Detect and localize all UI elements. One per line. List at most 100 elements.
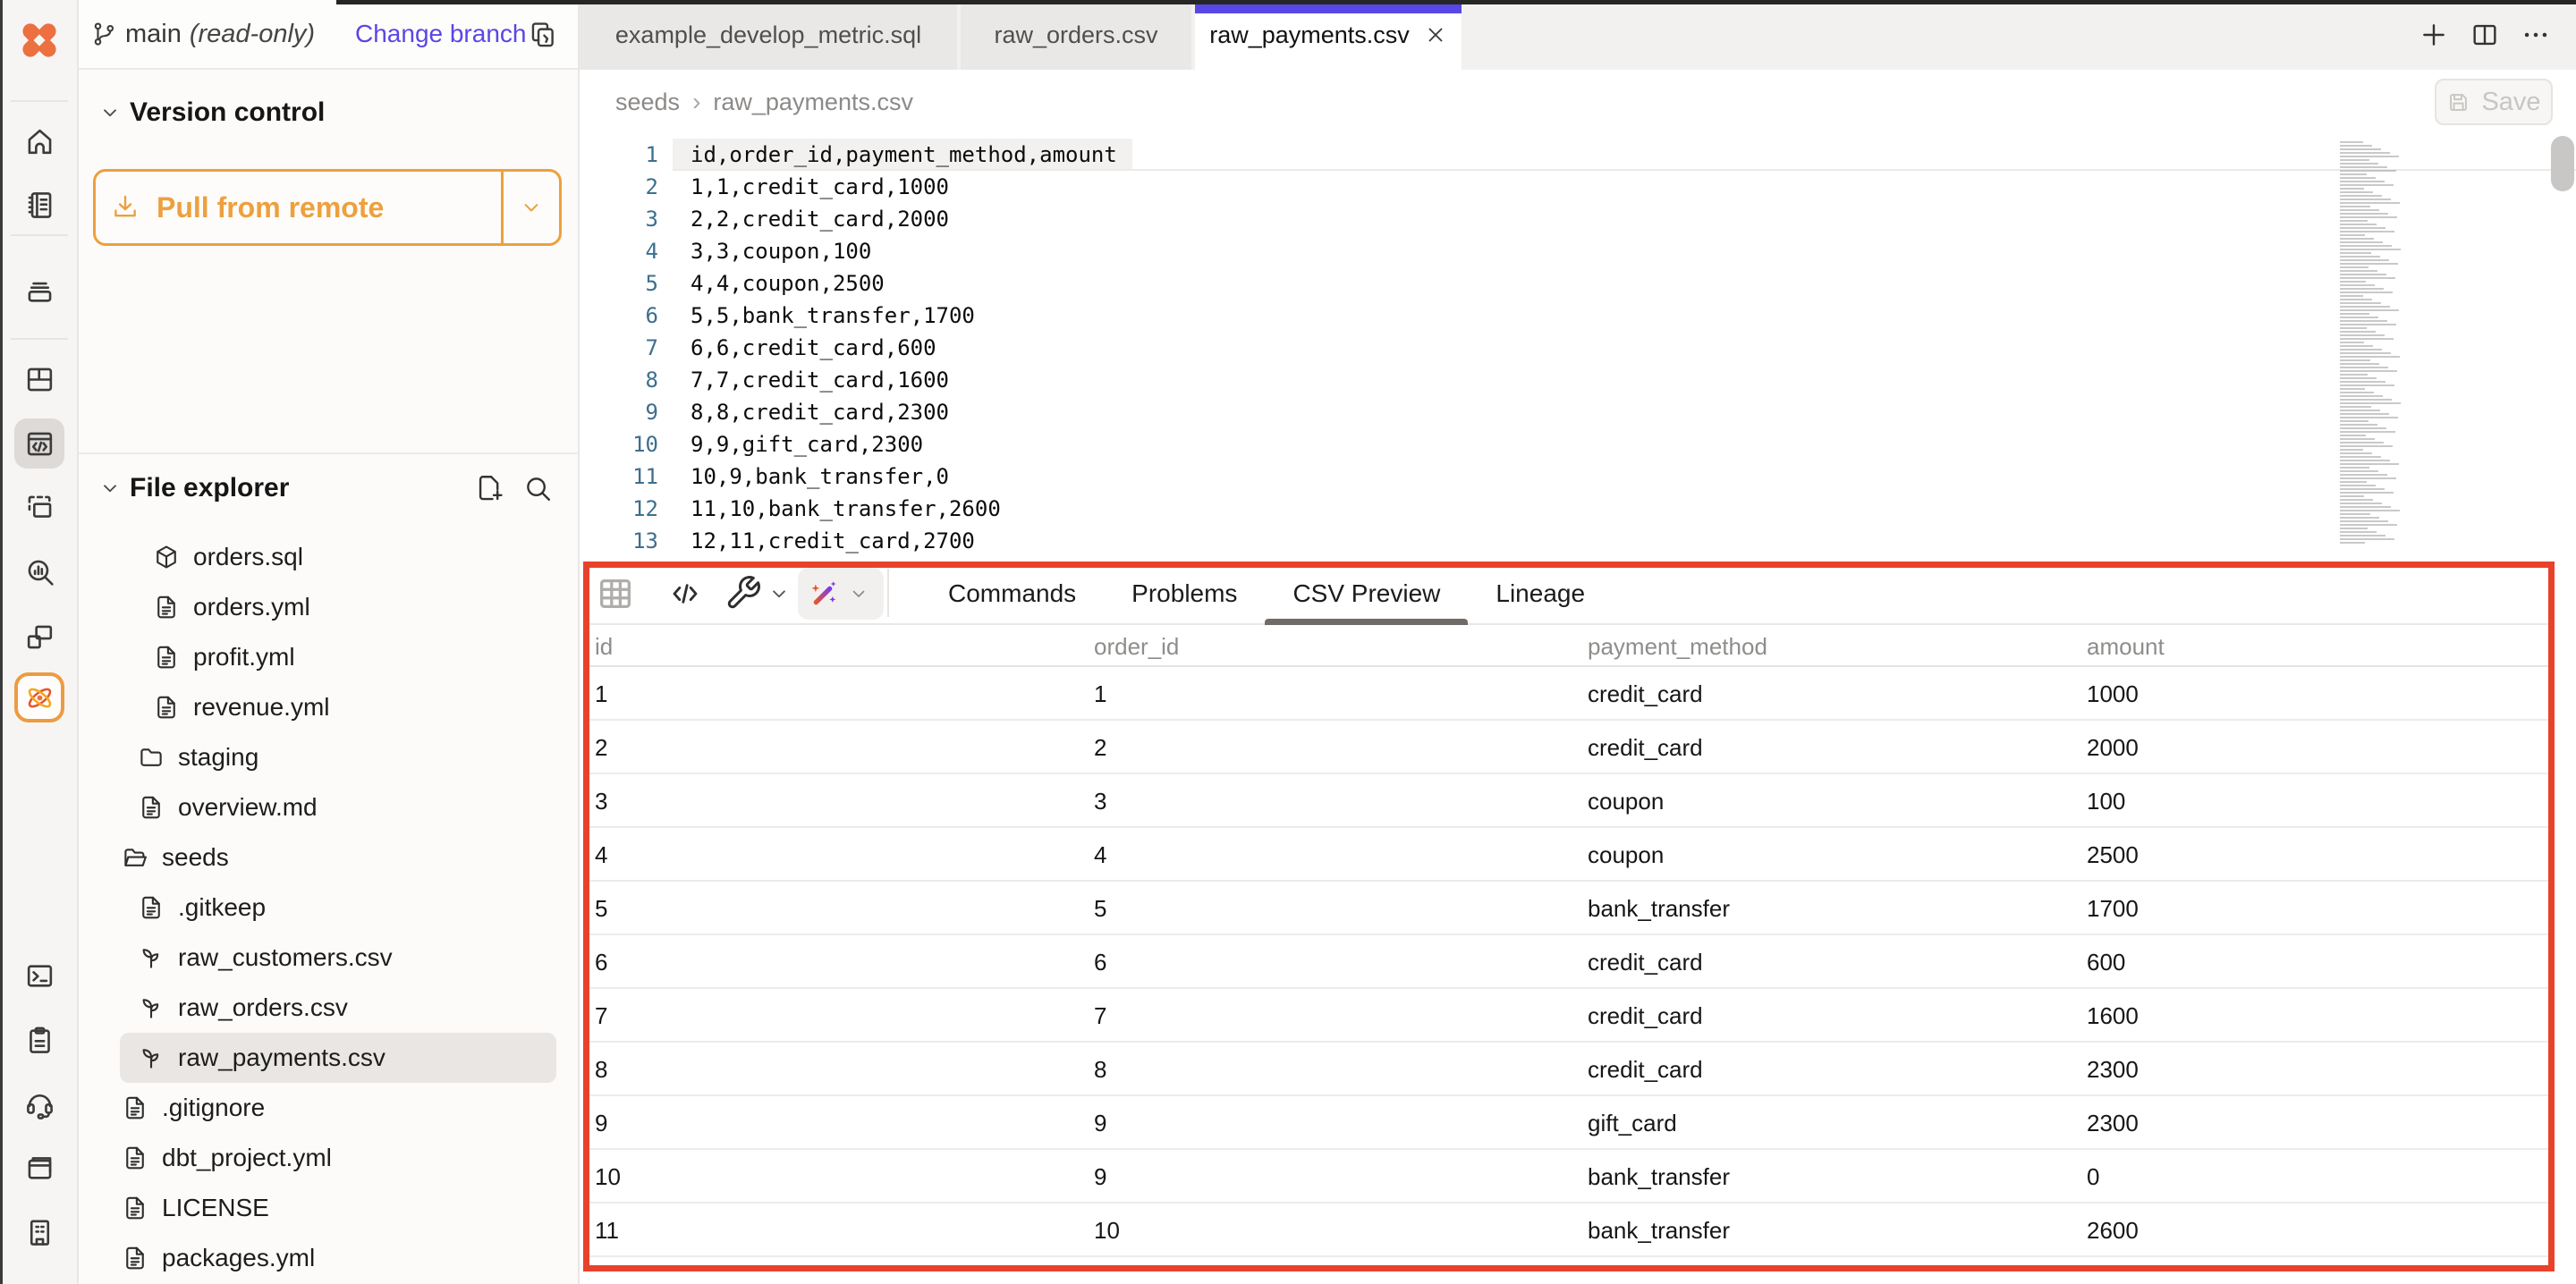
download-icon (110, 192, 140, 223)
file-item[interactable]: orders.yml (120, 582, 556, 632)
change-branch-link[interactable]: Change branch (355, 20, 526, 48)
file-item[interactable]: staging (120, 732, 556, 782)
cell-order-id: 9 (1082, 1096, 1576, 1150)
rail-selection-button[interactable] (14, 482, 64, 532)
table-icon[interactable] (595, 573, 636, 614)
icon-rail (0, 0, 79, 1284)
file-item[interactable]: overview.md (120, 782, 556, 832)
wrench-icon[interactable] (724, 574, 762, 612)
rail-separator (11, 234, 68, 236)
code-line: 13 12,11,credit_card,2700 (580, 525, 2576, 557)
rail-code-editor-button[interactable] (14, 418, 64, 469)
rail-query-explore-button[interactable] (14, 546, 64, 596)
dbt-logo (15, 16, 64, 64)
rail-stack-button[interactable] (14, 266, 64, 316)
cell-payment-method: bank_transfer (1576, 882, 2075, 935)
panel-tab[interactable]: Commands (920, 562, 1104, 625)
code-editor[interactable]: 1 id,order_id,payment_method,amount 2 1,… (580, 134, 2576, 562)
rail-notebook-button[interactable] (14, 180, 64, 230)
more-options-icon[interactable] (2521, 20, 2551, 50)
cell-id: 4 (583, 828, 1082, 882)
file-explorer-header[interactable]: File explorer (79, 469, 578, 508)
file-name: dbt_project.yml (162, 1144, 332, 1172)
cell-amount: 2600 (2075, 1204, 2555, 1257)
rail-org-button[interactable] (14, 1207, 64, 1257)
file-type-icon (138, 1044, 165, 1071)
file-item[interactable]: orders.sql (120, 532, 556, 582)
cell-payment-method: credit_card (1576, 1043, 2075, 1096)
table-row: 3 3 coupon 100 (583, 774, 2555, 828)
file-name: revenue.yml (193, 693, 330, 722)
wrench-dropdown-icon[interactable] (767, 582, 791, 605)
new-file-icon[interactable] (474, 473, 504, 503)
file-item[interactable]: dbt_project.yml (120, 1133, 556, 1183)
file-item[interactable]: LICENSE (120, 1183, 556, 1233)
window-left-edge (0, 0, 3, 1284)
file-item[interactable]: raw_orders.csv (120, 983, 556, 1033)
editor-tab[interactable]: raw_orders.csv (961, 0, 1191, 70)
line-number: 11 (580, 464, 658, 489)
rail-dashboard-button[interactable] (14, 354, 64, 404)
file-item[interactable]: .gitignore (120, 1083, 556, 1133)
pull-main[interactable]: Pull from remote (96, 172, 501, 243)
file-type-icon (138, 744, 165, 771)
cell-payment-method: gift_card (1576, 1096, 2075, 1150)
file-item[interactable]: raw_payments.csv (120, 1033, 556, 1083)
editor-minimap[interactable] (2340, 141, 2408, 545)
cell-id: 2 (583, 721, 1082, 774)
cell-payment-method: credit_card (1576, 935, 2075, 989)
rail-terminal-button[interactable] (14, 950, 64, 1001)
file-item[interactable]: packages.yml (120, 1233, 556, 1283)
table-row: 7 7 credit_card 1600 (583, 989, 2555, 1043)
table-row: 11 10 bank_transfer 2600 (583, 1204, 2555, 1257)
panel-tab[interactable]: Lineage (1468, 562, 1613, 625)
rail-windows-button[interactable] (14, 612, 64, 662)
magic-wand-icon (807, 576, 843, 612)
file-item[interactable]: profit.yml (120, 632, 556, 682)
magic-wand-button[interactable] (798, 568, 884, 620)
file-item[interactable]: raw_customers.csv (120, 933, 556, 983)
cell-order-id: 7 (1082, 989, 1576, 1043)
search-icon[interactable] (522, 473, 553, 503)
editor-tab[interactable]: raw_payments.csv (1195, 0, 1462, 70)
rail-atom-button[interactable] (14, 672, 64, 722)
line-text: 12,11,credit_card,2700 (691, 528, 975, 553)
chevron-down-icon (98, 101, 122, 124)
line-number: 1 (580, 142, 658, 167)
cell-payment-method: credit_card (1576, 989, 2075, 1043)
close-icon[interactable] (1424, 23, 1447, 46)
line-number: 13 (580, 528, 658, 553)
code-line: 1 id,order_id,payment_method,amount (580, 139, 2576, 171)
cell-order-id: 3 (1082, 774, 1576, 828)
cell-payment-method: credit_card (1576, 1257, 2075, 1271)
file-name: orders.yml (193, 593, 310, 621)
code-icon[interactable] (667, 576, 703, 612)
editor-tab[interactable]: example_develop_metric.sql (580, 0, 957, 70)
version-control-header[interactable]: Version control (79, 93, 578, 132)
save-button[interactable]: Save (2435, 79, 2553, 125)
rail-support-button[interactable] (14, 1078, 64, 1128)
file-item[interactable]: .gitkeep (120, 883, 556, 933)
file-type-icon (138, 794, 165, 821)
cell-payment-method: bank_transfer (1576, 1150, 2075, 1204)
code-line: 8 7,7,credit_card,1600 (580, 364, 2576, 396)
file-item[interactable]: seeds (120, 832, 556, 883)
editor-tab-bar: example_develop_metric.sql raw_orders.cs… (580, 0, 2576, 70)
rail-clipboard-button[interactable] (14, 1015, 64, 1065)
split-view-icon[interactable] (2470, 20, 2500, 50)
line-text: 5,5,bank_transfer,1700 (691, 303, 975, 328)
pull-dropdown-button[interactable] (504, 172, 559, 243)
rail-home-button[interactable] (14, 116, 64, 166)
panel-tab[interactable]: Problems (1104, 562, 1265, 625)
file-name: raw_orders.csv (178, 993, 348, 1022)
file-item[interactable]: revenue.yml (120, 682, 556, 732)
rail-docs-button[interactable] (14, 1143, 64, 1193)
column-header: id (583, 625, 1082, 669)
new-tab-icon[interactable] (2419, 20, 2449, 50)
panel-tab[interactable]: CSV Preview (1265, 562, 1468, 625)
breadcrumb-folder[interactable]: seeds (615, 89, 680, 116)
csv-table-header: idorder_idpayment_methodamount (583, 625, 2555, 667)
copy-icon[interactable] (528, 20, 558, 50)
editor-scrollbar-thumb[interactable] (2551, 136, 2574, 191)
pull-from-remote-button[interactable]: Pull from remote (93, 169, 562, 246)
